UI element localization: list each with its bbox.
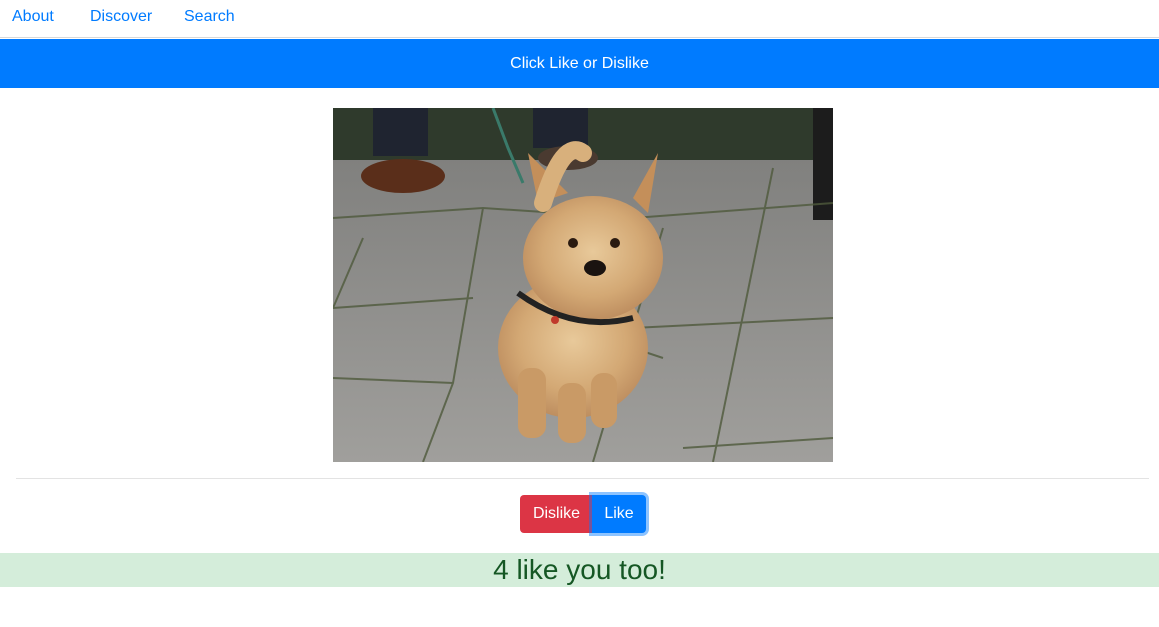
section-divider	[16, 478, 1149, 479]
nav-link-about[interactable]: About	[12, 8, 54, 26]
top-nav: About Discover Search	[0, 0, 1159, 38]
nav-link-search[interactable]: Search	[184, 8, 235, 26]
banner-text: Click Like or Dislike	[510, 54, 649, 72]
result-alert: 4 like you too!	[0, 553, 1159, 587]
dog-photo	[333, 108, 833, 462]
dislike-button[interactable]: Dislike	[520, 495, 593, 533]
result-message: 4 like you too!	[493, 554, 666, 585]
instruction-banner: Click Like or Dislike	[0, 39, 1159, 88]
dog-photo-illustration	[333, 108, 833, 462]
nav-link-discover[interactable]: Discover	[90, 8, 152, 26]
like-button[interactable]: Like	[592, 495, 646, 533]
